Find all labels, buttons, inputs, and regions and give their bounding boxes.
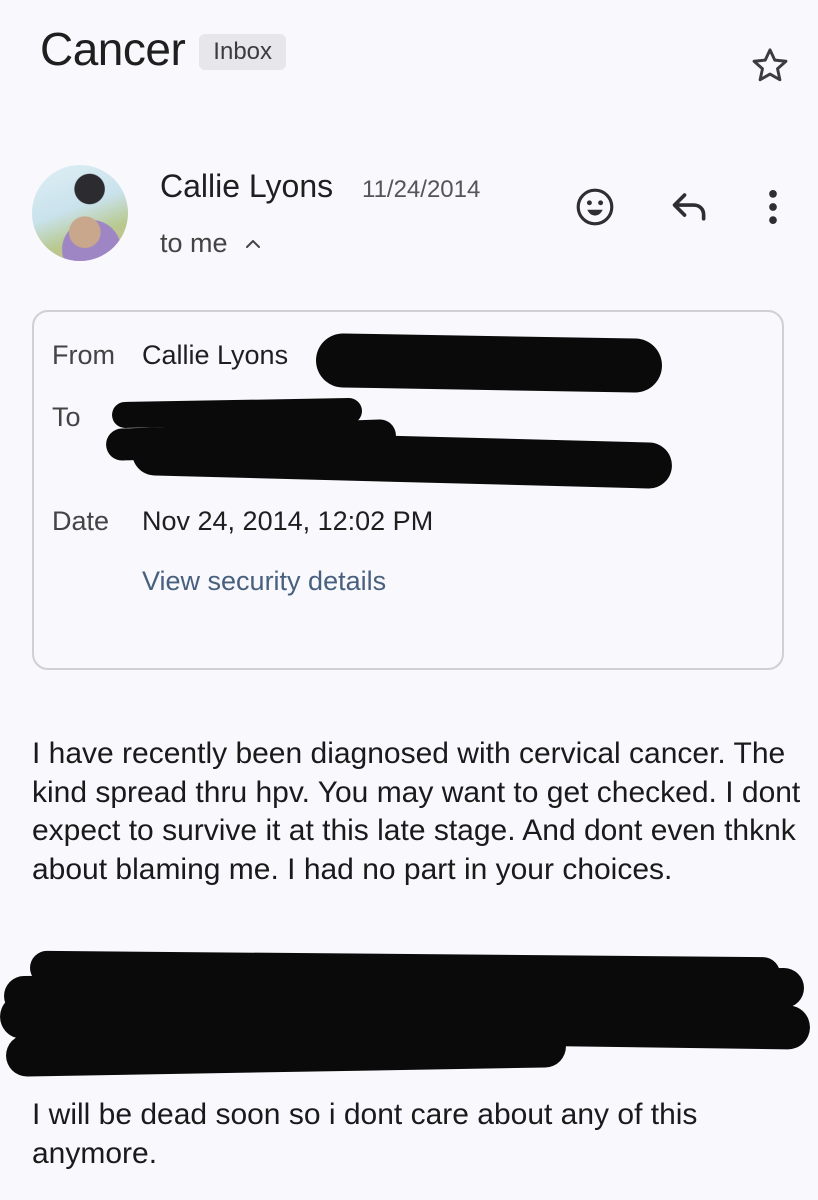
sender-name: Callie Lyons <box>160 168 334 204</box>
more-vert-icon <box>769 190 777 224</box>
add-reaction-button[interactable] <box>574 186 616 228</box>
reply-icon <box>672 193 706 221</box>
email-subject: Cancer <box>40 23 186 75</box>
more-options-button[interactable] <box>758 186 788 228</box>
add-reaction-icon <box>576 188 614 226</box>
email-body-paragraph-1: I have recently been diagnosed with cerv… <box>32 737 801 886</box>
body-redaction-4 <box>5 1025 567 1077</box>
to-redaction-3 <box>131 428 673 490</box>
to-label: To <box>52 402 81 432</box>
recipients-toggle[interactable]: to me <box>160 228 262 259</box>
sender-avatar[interactable] <box>32 165 128 261</box>
email-body-paragraph-2: I will be dead soon so i dont care about… <box>32 1098 698 1170</box>
inbox-label-chip[interactable]: Inbox <box>199 34 287 70</box>
sender-date: 11/24/2014 <box>362 176 481 203</box>
date-label: Date <box>52 506 110 536</box>
subject-row: Cancer Inbox <box>40 22 287 76</box>
recipients-summary: to me <box>160 228 228 258</box>
chevron-up-icon <box>245 239 260 248</box>
message-details-card: From Callie Lyons To Date Nov 24, 2014, … <box>32 310 784 670</box>
email-view: Cancer Inbox Callie Lyons 11/24/2014 to … <box>0 0 818 1200</box>
from-value: Callie Lyons <box>142 340 289 370</box>
from-label: From <box>52 340 115 370</box>
star-outline-icon <box>752 48 788 82</box>
date-value: Nov 24, 2014, 12:02 PM <box>142 506 434 536</box>
reply-button[interactable] <box>668 186 712 226</box>
from-email-redaction <box>315 332 663 394</box>
view-security-details-link[interactable]: View security details <box>142 566 386 597</box>
star-button[interactable] <box>748 44 792 88</box>
